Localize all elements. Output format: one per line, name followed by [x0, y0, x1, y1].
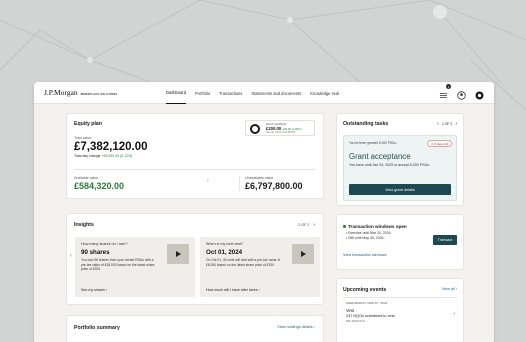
insight-body: You own 90 shares from your vested RSUs … [81, 258, 155, 271]
available-value-label: Available value [74, 176, 99, 180]
insight-body: On Oct 01, 40 units will vest with a pre… [206, 258, 281, 267]
nav-statements[interactable]: Statements and documents [251, 82, 301, 104]
tasks-list-icon[interactable]: 1 [439, 84, 451, 98]
chevron-right-icon[interactable]: › [453, 311, 455, 317]
user-profile-icon[interactable] [457, 87, 466, 100]
chevron-left-icon[interactable]: ‹ [437, 121, 439, 127]
available-value: £584,320.00 [74, 181, 125, 191]
brand-logo[interactable]: J.P.Morgan WORKPLACE SOLUTIONS [44, 88, 117, 97]
event-code: MF-2018-010 [346, 319, 365, 323]
task-headline: Grant acceptance [349, 152, 411, 161]
header-actions: 1 [439, 84, 484, 100]
equity-divider [74, 169, 316, 170]
notification-badge: 1 [446, 84, 451, 89]
event-date: WEDNESDAY FEB 07, 2024 [346, 301, 388, 305]
event-title: Vest [346, 308, 355, 313]
day-change-label: Total day change [74, 154, 101, 158]
nav-transactions[interactable]: Transactions [219, 82, 242, 104]
insights-title: Insights [74, 222, 94, 228]
stock-ring-icon [250, 124, 260, 134]
status-dot-icon [343, 225, 346, 228]
equity-plan-title: Equity plan [74, 121, 102, 127]
after-taxes-link[interactable]: How much will I have after taxes › [206, 288, 260, 292]
sell-window: • Sell until May 30, 2024. [346, 236, 385, 240]
view-grant-details-button[interactable]: View grant details [349, 184, 451, 195]
play-video-icon[interactable] [292, 244, 314, 264]
event-description: 237 NQOs scheduled to vest. [346, 314, 396, 318]
ticker-date: Dec 20, 2023, 4:32 PM ET [266, 131, 296, 134]
upcoming-events-card: Upcoming events View all › WEDNESDAY FEB… [336, 278, 464, 342]
total-value: £7,382,120.00 [74, 141, 148, 153]
unavailable-value-block[interactable]: Unavailable value £6,797,800.00 [239, 176, 303, 191]
chevron-right-icon[interactable]: › [455, 121, 457, 127]
top-navigation-bar: J.P.Morgan WORKPLACE SOLUTIONS Dashboard… [34, 82, 494, 104]
logo-subtitle: WORKPLACE SOLUTIONS [80, 93, 118, 96]
see-my-shares-link[interactable]: See my shares › [81, 288, 107, 292]
insights-pager: 2 OF 2 › [298, 222, 315, 228]
insights-card: Insights 2 OF 2 › ‹ How many shares do I… [66, 213, 324, 305]
task-body: You have until Jan 03, 2025 to accept 5,… [349, 163, 430, 167]
app-window: J.P.Morgan WORKPLACE SOLUTIONS Dashboard… [34, 82, 494, 342]
view-transaction-windows-link[interactable]: View transaction windows [343, 253, 386, 257]
transaction-windows-header: Transaction windows open [343, 224, 407, 229]
settings-icon[interactable] [475, 87, 484, 100]
window-lines: • Exercise until Mar 20, 2024. • Sell un… [346, 231, 392, 241]
chevron-right-icon[interactable]: › [313, 222, 315, 228]
transact-button[interactable]: Transact [433, 235, 457, 245]
nav-portfolio[interactable]: Portfolio [195, 82, 210, 104]
outstanding-tasks-card: Outstanding tasks ‹ 1 OF 2 › You've been… [336, 113, 464, 206]
due-badge: ⚠ 6 days left [427, 140, 452, 148]
available-value-block[interactable]: Available value £584,320.00 [74, 176, 124, 191]
transaction-windows-title: Transaction windows open [348, 224, 407, 229]
upcoming-events-title: Upcoming events [343, 287, 387, 293]
chevron-right-icon[interactable]: › [207, 178, 209, 184]
nav-knowledge-hub[interactable]: Knowledge Hub [310, 82, 339, 104]
total-value-label: Total value [74, 136, 92, 140]
view-all-events-link[interactable]: View all › [442, 287, 457, 291]
equity-plan-card: Equity plan Total value £7,382,120.00 To… [66, 113, 324, 199]
insight-next-vest: When is my next vest? Oct 01, 2024 On Oc… [200, 237, 320, 297]
tasks-pager: ‹ 1 OF 2 › [437, 121, 457, 127]
events-divider [343, 297, 457, 298]
insights-pager-text: 2 OF 2 [298, 223, 310, 227]
insight-shares: How many shares do I own? 90 shares You … [75, 237, 195, 297]
portfolio-summary-title: Portfolio summary [74, 325, 120, 331]
play-video-icon[interactable] [167, 244, 189, 264]
transaction-windows-card: Transaction windows open • Exercise unti… [336, 214, 464, 270]
main-nav: Dashboard Portfolio Transactions Stateme… [166, 82, 339, 104]
day-change-value: +£5,000.00 (0.12%) [101, 154, 133, 158]
stock-ticker[interactable]: RACT NASDAQ £200.00 +£5.00 (1.00%) Dec 2… [245, 120, 315, 136]
logo-wordmark: J.P.Morgan [44, 88, 78, 97]
chevron-left-icon[interactable]: ‹ [67, 252, 75, 260]
event-item[interactable]: WEDNESDAY FEB 07, 2024 Vest 237 NQOs sch… [346, 301, 396, 323]
outstanding-tasks-title: Outstanding tasks [343, 121, 389, 127]
nav-dashboard[interactable]: Dashboard [166, 82, 187, 104]
grant-acceptance-task: You've been granted 5,000 PSUs. ⚠ 6 days… [343, 135, 457, 201]
portfolio-summary-card: Portfolio summary View holdings details … [66, 315, 324, 342]
tasks-pager-text: 1 OF 2 [441, 122, 453, 126]
view-holdings-link[interactable]: View holdings details › [277, 325, 315, 329]
unavailable-value: £6,797,800.00 [245, 181, 303, 191]
unavailable-value-label: Unavailable value [245, 176, 274, 180]
